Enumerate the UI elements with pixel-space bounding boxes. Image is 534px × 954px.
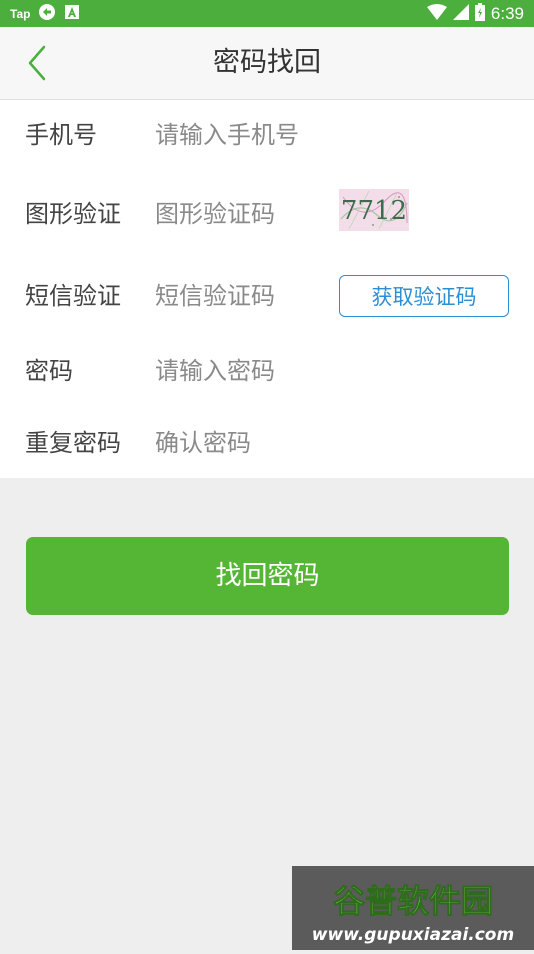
recovery-form: 手机号 图形验证 7712 短信验证 获取验证码 密码 重复密码 (0, 100, 534, 478)
captcha-text: 7712 (341, 196, 407, 226)
password-input[interactable] (155, 356, 495, 386)
watermark-url: www.gupuxiazai.com (312, 925, 514, 945)
sms-label: 短信验证 (25, 282, 121, 310)
status-bar: Tap 6:39 (0, 0, 534, 27)
swap-icon (38, 3, 56, 25)
battery-icon (474, 2, 485, 25)
signal-icon (452, 3, 469, 24)
captcha-label: 图形验证 (25, 200, 121, 228)
status-tap-label: Tap (10, 6, 31, 21)
page-title: 密码找回 (213, 47, 321, 78)
a-badge-icon (64, 4, 80, 24)
sms-code-input[interactable] (155, 281, 325, 311)
confirm-password-label: 重复密码 (25, 429, 121, 457)
wifi-icon (426, 3, 447, 24)
get-sms-code-button[interactable]: 获取验证码 (339, 275, 509, 317)
app-bar: 密码找回 (0, 27, 534, 100)
phone-input[interactable] (155, 120, 495, 150)
confirm-password-input[interactable] (155, 428, 495, 458)
watermark-title: 谷普软件园 (333, 882, 493, 920)
password-label: 密码 (25, 357, 73, 385)
captcha-image[interactable]: 7712 (339, 189, 409, 231)
recover-password-button[interactable]: 找回密码 (26, 537, 509, 615)
status-time: 6:39 (490, 3, 524, 23)
captcha-input[interactable] (155, 199, 325, 229)
phone-label: 手机号 (25, 121, 97, 149)
watermark-logo: 谷普软件园 www.gupuxiazai.com (292, 866, 534, 950)
